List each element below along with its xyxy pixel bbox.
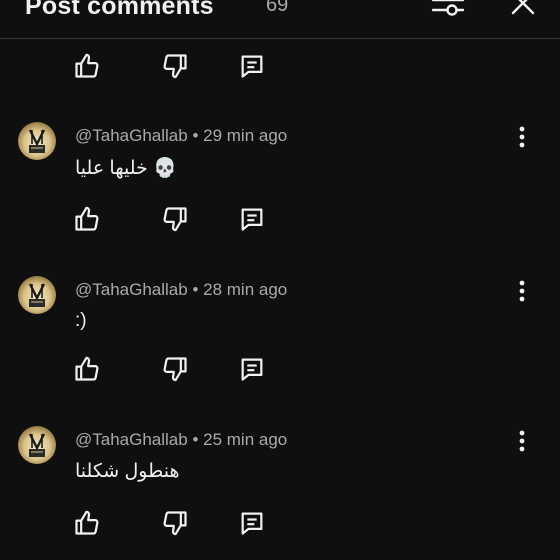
comment-author[interactable]: @TahaGhallab [75, 126, 188, 145]
dislike-button[interactable] [160, 508, 190, 538]
reply-button[interactable] [237, 354, 267, 384]
like-button[interactable] [72, 51, 102, 81]
comments-header: Post comments 69 [0, 0, 560, 39]
meta-separator: • [192, 126, 199, 145]
thumb-down-icon [163, 207, 187, 232]
comment-time: 25 min ago [203, 430, 288, 449]
comment-meta: @TahaGhallab • 25 min ago [75, 430, 287, 450]
reply-button[interactable] [237, 508, 267, 538]
thumb-up-icon [75, 356, 99, 381]
comment-meta: @TahaGhallab • 29 min ago [75, 126, 287, 146]
meta-separator: • [192, 280, 199, 299]
comment-actions [72, 204, 282, 234]
comment-author[interactable]: @TahaGhallab [75, 430, 188, 449]
page-title: Post comments [25, 0, 214, 20]
comment-author[interactable]: @TahaGhallab [75, 280, 188, 299]
filter-sliders-icon[interactable] [430, 0, 466, 16]
thumb-up-icon [75, 206, 99, 231]
comment-text: هنطول شكلنا [75, 461, 180, 482]
reply-comment-icon [241, 358, 263, 381]
avatar-image [28, 129, 46, 153]
meta-separator: • [192, 430, 199, 449]
avatar[interactable] [18, 426, 56, 464]
avatar[interactable] [18, 276, 56, 314]
like-button[interactable] [72, 354, 102, 384]
like-button[interactable] [72, 508, 102, 538]
thumb-up-icon [75, 510, 99, 535]
reply-button[interactable] [237, 51, 267, 81]
comment-actions [72, 354, 282, 384]
dislike-button[interactable] [160, 354, 190, 384]
more-vertical-icon[interactable] [512, 124, 532, 152]
avatar-image [28, 433, 46, 457]
thumb-down-icon [163, 54, 187, 79]
avatar[interactable] [18, 122, 56, 160]
comment-text: :) [75, 310, 87, 331]
close-icon[interactable] [508, 0, 538, 18]
more-vertical-icon[interactable] [512, 428, 532, 456]
thumb-up-icon [75, 53, 99, 78]
comment-time: 29 min ago [203, 126, 288, 145]
dislike-button[interactable] [160, 204, 190, 234]
dislike-button[interactable] [160, 51, 190, 81]
comment-count: 69 [266, 0, 289, 16]
avatar-image [28, 283, 46, 307]
reply-comment-icon [241, 512, 263, 535]
comment-text: خليها عليا 💀 [75, 158, 177, 179]
thumb-down-icon [163, 511, 187, 536]
reply-comment-icon [241, 55, 263, 78]
more-vertical-icon[interactable] [512, 278, 532, 306]
comment-time: 28 min ago [203, 280, 288, 299]
like-button[interactable] [72, 204, 102, 234]
reply-comment-icon [241, 208, 263, 231]
comment-actions [72, 51, 282, 81]
thumb-down-icon [163, 357, 187, 382]
comment-meta: @TahaGhallab • 28 min ago [75, 280, 287, 300]
comment-actions [72, 508, 282, 538]
reply-button[interactable] [237, 204, 267, 234]
